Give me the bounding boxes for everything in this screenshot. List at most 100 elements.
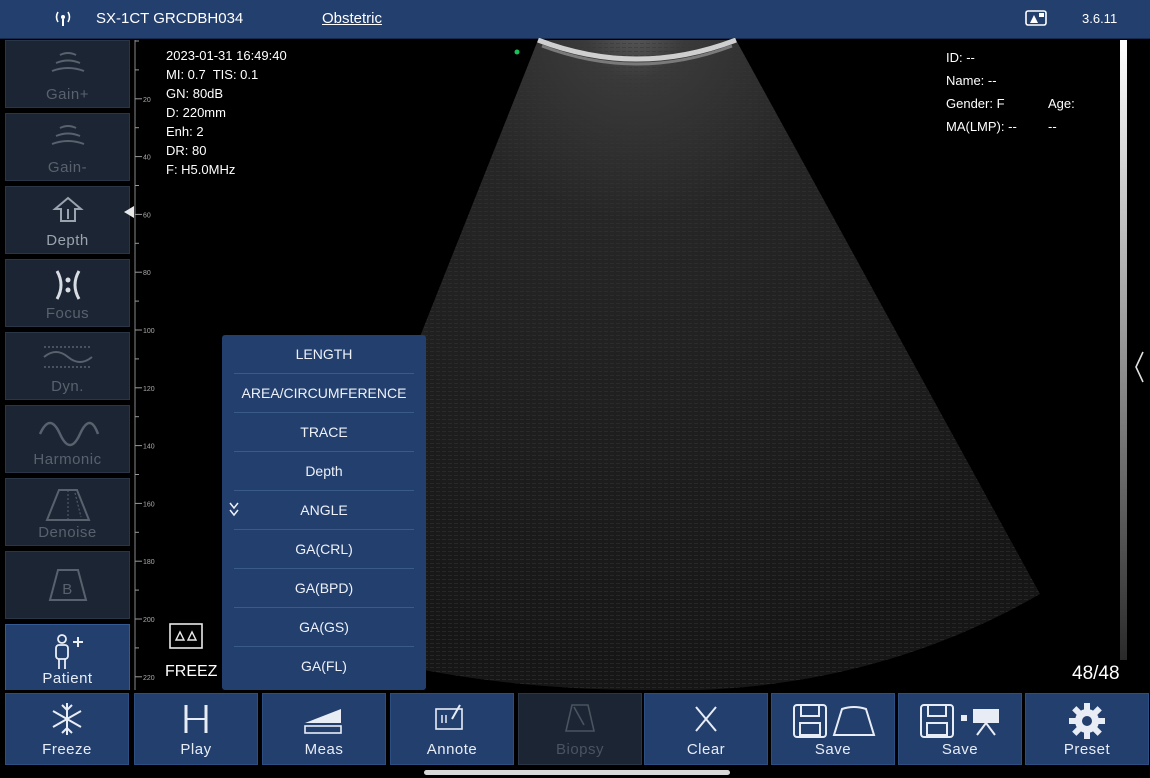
scroll-down-icon[interactable]: [228, 501, 240, 519]
patient-label: Patient: [42, 670, 93, 687]
scale-tick-label: 40: [143, 155, 151, 162]
scale-tick-label: 80: [143, 270, 151, 277]
annotate-label: Annote: [426, 741, 478, 758]
scale-tick-label: 160: [143, 501, 155, 508]
freeze-status-text: FREEZ: [165, 663, 218, 680]
snowflake-icon: [52, 703, 82, 735]
menu-item-ga-fl[interactable]: GA(FL): [222, 647, 426, 685]
save-image-label: Save: [814, 741, 852, 758]
patient-icon: [54, 634, 83, 669]
dynamic-range-value: DR: 80: [166, 143, 207, 158]
play-label: Play: [180, 741, 212, 758]
gain-minus-label: Gain-: [47, 159, 88, 176]
patient-id: ID: --: [946, 50, 975, 65]
menu-item-depth[interactable]: Depth: [222, 452, 426, 490]
focus-icon: [55, 270, 80, 300]
scale-tick-label: 180: [143, 559, 155, 566]
b-mode-label: B: [62, 581, 73, 598]
gear-icon: [1069, 703, 1105, 739]
scale-tick-label: 100: [143, 328, 155, 335]
scan-parameters: 2023-01-31 16:49:40 MI: 0.7 TIS: 0.1 GN:…: [166, 46, 287, 179]
exam-mode-link[interactable]: Obstetric: [322, 10, 382, 27]
probe-status-icon: [1025, 10, 1047, 26]
gain-plus-button[interactable]: Gain+: [5, 40, 130, 108]
depth-scale: 20 40 60 80 100 120 140 160 180 200 220: [133, 40, 159, 690]
measure-icon: [304, 709, 342, 734]
gain-plus-icon: [51, 52, 84, 72]
freeze-button[interactable]: Freeze: [5, 693, 129, 765]
depth-scale-ruler: 20 40 60 80 100 120 140 160 180 200 220: [134, 40, 155, 690]
biopsy-button[interactable]: Biopsy: [518, 693, 642, 765]
menu-item-trace[interactable]: TRACE: [222, 413, 426, 451]
mi-tis-value: MI: 0.7 TIS: 0.1: [166, 67, 259, 82]
device-name: SX-1CT GRCDBH034: [96, 10, 244, 27]
menu-item-ga-crl[interactable]: GA(CRL): [222, 530, 426, 568]
clear-label: Clear: [686, 741, 726, 758]
frame-counter: 48/48: [1072, 663, 1120, 684]
scale-tick-label: 140: [143, 444, 155, 451]
patient-info: ID: -- Name: -- Gender: F Age: -- MA(LMP…: [946, 46, 1075, 138]
patient-age: Age: --: [1048, 96, 1075, 134]
scale-tick-label: 120: [143, 386, 155, 393]
focus-label: Focus: [45, 305, 90, 322]
play-button[interactable]: Play: [134, 693, 258, 765]
save-image-button[interactable]: Save: [771, 693, 895, 765]
harmonic-button[interactable]: Harmonic: [5, 405, 130, 473]
signal-icon: [55, 11, 71, 26]
biopsy-label: Biopsy: [555, 741, 605, 758]
focus-marker-icon: [124, 206, 134, 218]
save-cine-button[interactable]: Save: [898, 693, 1022, 765]
menu-item-length[interactable]: LENGTH: [222, 335, 426, 373]
scale-tick-label: 60: [143, 212, 151, 219]
gain-plus-label: Gain+: [46, 86, 89, 103]
menu-item-area-circumference[interactable]: AREA/CIRCUMFERENCE: [222, 374, 426, 412]
harmonic-icon: [38, 421, 99, 447]
denoise-button[interactable]: Denoise: [5, 478, 130, 546]
denoise-icon: [45, 489, 90, 521]
enhance-value: Enh: 2: [166, 124, 204, 139]
cine-play-icon: [184, 705, 208, 733]
patient-name: Name: --: [946, 73, 997, 88]
clear-icon: [695, 706, 717, 732]
save-cine-icon: [920, 704, 999, 738]
harmonic-label: Harmonic: [33, 451, 102, 468]
depth-button[interactable]: Depth: [5, 186, 130, 254]
annotate-icon: [435, 704, 463, 730]
dynamic-range-label: Dyn.: [51, 378, 84, 395]
measure-label: Meas: [304, 741, 344, 758]
preset-button[interactable]: Preset: [1025, 693, 1149, 765]
home-indicator[interactable]: [424, 770, 730, 775]
gain-minus-icon: [51, 125, 84, 145]
menu-item-ga-gs[interactable]: GA(GS): [222, 608, 426, 646]
annotate-button[interactable]: Annote: [390, 693, 514, 765]
patient-button[interactable]: Patient: [5, 624, 130, 692]
patient-lmp: MA(LMP): --: [946, 119, 1017, 134]
depth-value: D: 220mm: [166, 105, 226, 120]
dynamic-range-button[interactable]: Dyn.: [5, 332, 130, 400]
depth-icon: [51, 196, 84, 222]
scale-tick-label: 220: [143, 675, 155, 682]
orientation-marker-icon: [514, 49, 520, 55]
brightness-bar: [1120, 40, 1127, 660]
scan-datetime: 2023-01-31 16:49:40: [166, 48, 287, 63]
clear-button[interactable]: Clear: [644, 693, 768, 765]
dynamic-range-icon: [42, 346, 93, 368]
scale-tick-label: 20: [143, 97, 151, 104]
expand-panel-icon[interactable]: [1133, 350, 1145, 384]
biopsy-icon: [564, 704, 596, 732]
measure-button[interactable]: Meas: [262, 693, 386, 765]
denoise-label: Denoise: [38, 524, 97, 541]
b-mode-button[interactable]: B: [5, 551, 130, 619]
scale-tick-label: 200: [143, 617, 155, 624]
patient-gender: Gender: F: [946, 96, 1005, 111]
menu-item-angle[interactable]: ANGLE: [222, 491, 426, 529]
depth-label: Depth: [46, 232, 89, 249]
gain-minus-button[interactable]: Gain-: [5, 113, 130, 181]
save-cine-label: Save: [941, 741, 979, 758]
focus-button[interactable]: Focus: [5, 259, 130, 327]
menu-item-ga-bpd[interactable]: GA(BPD): [222, 569, 426, 607]
software-version: 3.6.11: [1082, 11, 1118, 26]
preset-label: Preset: [1063, 741, 1111, 758]
gain-value: GN: 80dB: [166, 86, 224, 101]
freeze-label: Freeze: [42, 741, 92, 758]
